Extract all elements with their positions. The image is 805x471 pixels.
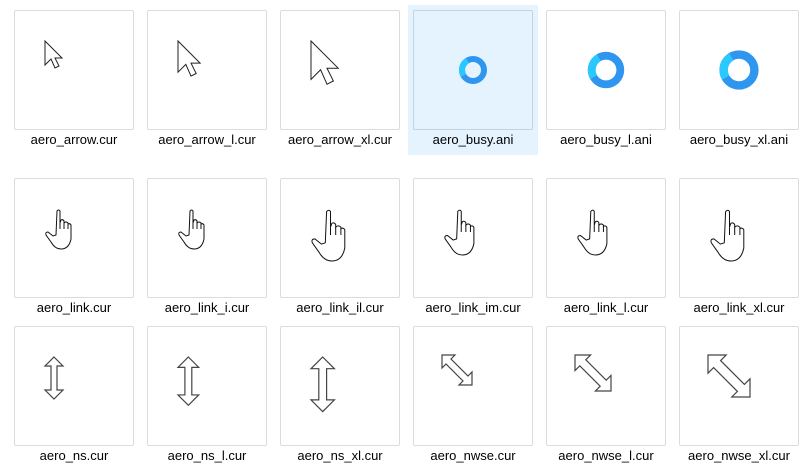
file-name: aero_link.cur <box>36 300 112 315</box>
file-name: aero_busy_xl.ani <box>689 132 789 147</box>
file-name: aero_link_xl.cur <box>693 300 785 315</box>
hand-icon <box>444 209 475 256</box>
file-name: aero_arrow_l.cur <box>158 132 256 147</box>
file-thumbnail <box>14 178 134 298</box>
ns-arrow-icon <box>43 356 65 400</box>
file-name: aero_nwse_xl.cur <box>688 448 790 463</box>
file-thumbnail <box>14 10 134 130</box>
hand-icon <box>311 209 346 262</box>
file-thumbnail <box>679 10 799 130</box>
file-item[interactable]: aero_link_i.cur <box>142 173 272 323</box>
busy-icon <box>719 50 759 90</box>
file-item[interactable]: aero_link_l.cur <box>541 173 671 323</box>
file-item[interactable]: aero_busy_xl.ani <box>674 5 804 155</box>
file-name: aero_link_i.cur <box>164 300 250 315</box>
busy-icon <box>459 56 487 84</box>
file-name: aero_arrow.cur <box>30 132 118 147</box>
nwse-arrow-icon <box>707 354 751 398</box>
hand-icon <box>710 209 745 262</box>
file-item[interactable]: aero_ns_l.cur <box>142 321 272 471</box>
file-name: aero_ns_l.cur <box>167 448 247 463</box>
file-item[interactable]: aero_ns.cur <box>9 321 139 471</box>
file-thumbnail <box>14 326 134 446</box>
file-item[interactable]: aero_link.cur <box>9 173 139 323</box>
file-name: aero_nwse.cur <box>430 448 516 463</box>
file-name: aero_arrow_xl.cur <box>287 132 393 147</box>
file-thumbnail <box>147 178 267 298</box>
hand-icon <box>577 209 608 256</box>
nwse-arrow-icon <box>574 354 612 392</box>
arrow-icon <box>310 39 340 85</box>
file-thumbnail <box>546 178 666 298</box>
file-item[interactable]: aero_arrow_xl.cur <box>275 5 405 155</box>
file-item[interactable]: aero_arrow_l.cur <box>142 5 272 155</box>
ns-arrow-icon <box>309 356 336 413</box>
file-item[interactable]: aero_busy_l.ani <box>541 5 671 155</box>
file-item[interactable]: aero_link_xl.cur <box>674 173 804 323</box>
file-item[interactable]: aero_nwse_l.cur <box>541 321 671 471</box>
arrow-icon <box>177 39 202 77</box>
file-item[interactable]: aero_arrow.cur <box>9 5 139 155</box>
file-thumbnail <box>413 178 533 298</box>
nwse-arrow-icon <box>441 354 473 386</box>
hand-icon <box>178 209 205 250</box>
file-thumbnail <box>679 326 799 446</box>
busy-icon <box>587 51 625 89</box>
file-name: aero_link_im.cur <box>425 300 521 315</box>
file-item[interactable]: aero_nwse_xl.cur <box>674 321 804 471</box>
file-name: aero_link_l.cur <box>563 300 649 315</box>
file-thumbnail <box>280 326 400 446</box>
file-name: aero_busy_l.ani <box>560 132 652 147</box>
file-thumbnail <box>546 326 666 446</box>
ns-arrow-icon <box>176 356 201 407</box>
file-thumbnail <box>280 10 400 130</box>
file-item[interactable]: aero_link_im.cur <box>408 173 538 323</box>
file-item[interactable]: aero_busy.ani <box>408 5 538 155</box>
file-name: aero_ns_xl.cur <box>297 448 383 463</box>
file-name: aero_nwse_l.cur <box>558 448 654 463</box>
file-item[interactable]: aero_link_il.cur <box>275 173 405 323</box>
file-name: aero_link_il.cur <box>296 300 384 315</box>
file-thumbnail <box>413 10 533 130</box>
file-thumbnail <box>679 178 799 298</box>
hand-icon <box>45 209 72 250</box>
file-name: aero_ns.cur <box>39 448 109 463</box>
file-name: aero_busy.ani <box>432 132 514 147</box>
arrow-icon <box>44 39 64 69</box>
file-thumbnail <box>413 326 533 446</box>
file-item[interactable]: aero_ns_xl.cur <box>275 321 405 471</box>
file-thumbnail <box>147 326 267 446</box>
file-thumbnail <box>147 10 267 130</box>
file-thumbnail <box>546 10 666 130</box>
file-thumbnail <box>280 178 400 298</box>
file-item[interactable]: aero_nwse.cur <box>408 321 538 471</box>
